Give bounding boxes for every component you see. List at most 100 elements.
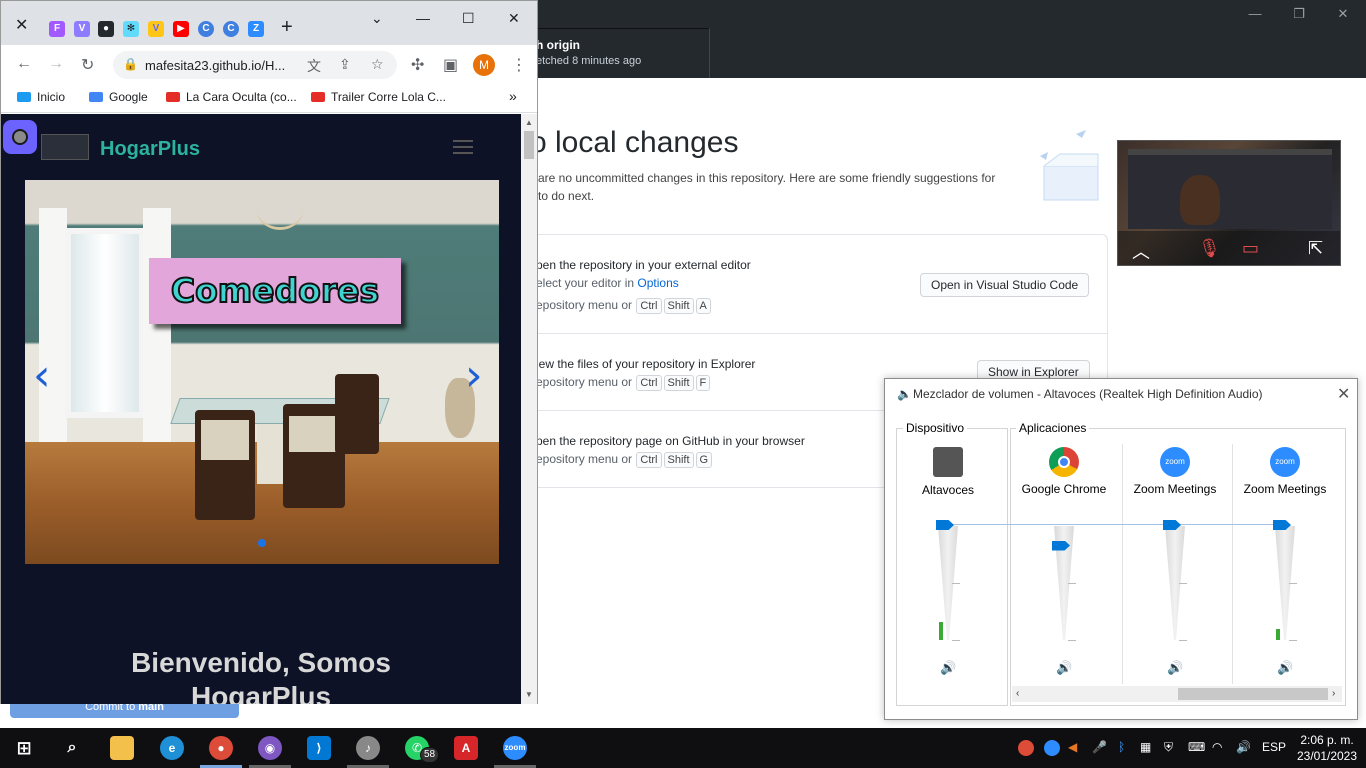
open-in-vscode-button[interactable]: Open in Visual Studio Code (920, 273, 1090, 297)
vite-tab-icon[interactable]: V (74, 21, 90, 37)
app-tab-icon[interactable]: C (198, 21, 214, 37)
slider-tick (1179, 583, 1187, 584)
bluetooth-icon[interactable]: ᛒ (1118, 740, 1125, 754)
react-tab-icon[interactable]: ✻ (123, 21, 139, 37)
menu-icon[interactable]: ⋮ (511, 55, 527, 75)
lock-icon[interactable]: 🔒 (123, 57, 138, 71)
close-icon[interactable]: ✕ (508, 10, 520, 27)
audio-level-meter (1276, 629, 1280, 640)
minimize-icon[interactable]: — (416, 10, 430, 26)
mute-speaker-icon[interactable]: 🔊 (940, 660, 956, 676)
carousel-prev-icon[interactable]: ‹ (33, 350, 51, 401)
slider-tick (952, 640, 960, 641)
carousel-caption: Comedores (149, 258, 401, 324)
bookmark-star-icon[interactable]: ☆ (371, 56, 384, 73)
window-decoration (65, 228, 145, 418)
extension-floating-button[interactable] (3, 120, 37, 154)
scroll-right-icon[interactable]: › (1332, 688, 1335, 699)
carousel-indicator[interactable] (258, 539, 266, 547)
site-brand[interactable]: HogarPlus (100, 138, 200, 161)
toolbar-empty-area (710, 28, 1366, 78)
tab-strip: ✕ F V ● ✻ V ▶ C C Z + ⌄ — ☐ ✕ (1, 1, 537, 45)
suggestion-title: pen the repository page on GitHub in you… (536, 434, 805, 448)
zoom-app-icon[interactable]: zoom (503, 736, 527, 760)
speaker-app-icon[interactable]: ♪ (356, 736, 380, 760)
chrome-tray-icon[interactable] (1018, 740, 1034, 756)
close-icon[interactable]: ✕ (1337, 384, 1350, 404)
vscode-icon[interactable]: ⟩ (307, 736, 331, 760)
slider-tick (1179, 640, 1187, 641)
suggestion-subtitle: elect your editor in Options (536, 276, 679, 290)
reload-icon[interactable]: ↻ (81, 55, 94, 75)
forward-icon[interactable]: → (48, 55, 64, 73)
zoom-mini-window[interactable]: ︿ 🎙 ▭ ⇱ (1117, 140, 1341, 266)
tab-search-icon[interactable]: ⌄ (371, 10, 383, 27)
scroll-down-icon[interactable]: ▼ (525, 690, 533, 699)
restore-icon[interactable]: ❐ (1288, 4, 1310, 24)
mixer-scrollbar-thumb[interactable] (1178, 688, 1328, 700)
language-indicator[interactable]: ESP (1262, 740, 1286, 754)
keyboard-icon[interactable]: ⌨ (1188, 740, 1205, 754)
clock[interactable]: 2:06 p. m. 23/01/2023 (1294, 732, 1360, 764)
microphone-icon[interactable]: 🎤 (1092, 740, 1107, 754)
zoom-tab-icon[interactable]: Z (248, 21, 264, 37)
chevron-up-icon[interactable]: ︿ (1132, 238, 1150, 264)
maximize-icon[interactable]: ☐ (462, 10, 475, 27)
more-bookmarks-icon[interactable]: » (509, 88, 517, 104)
profile-avatar[interactable]: M (473, 54, 495, 76)
close-tab-icon[interactable]: ✕ (15, 15, 28, 35)
scroll-up-icon[interactable]: ▲ (525, 118, 533, 127)
column-divider (1122, 444, 1123, 684)
video-off-icon[interactable]: ▭ (1242, 238, 1259, 259)
audio-tray-icon[interactable]: ◀ (1068, 740, 1077, 754)
suggestion-title: iew the files of your repository in Expl… (536, 357, 756, 371)
channel-name: Google Chrome (1021, 482, 1107, 496)
bookmark-google[interactable]: Google (89, 90, 148, 104)
volume-icon[interactable]: 🔊 (1236, 740, 1251, 754)
file-explorer-icon[interactable] (110, 736, 134, 760)
close-icon[interactable]: ✕ (1332, 4, 1354, 24)
options-link[interactable]: Options (637, 276, 678, 290)
minimize-icon[interactable]: — (1244, 4, 1266, 24)
fetch-origin-button[interactable]: h origin etched 8 minutes ago (530, 28, 710, 78)
search-icon[interactable]: ⌕ (60, 736, 84, 760)
edge-icon[interactable]: e (160, 736, 184, 760)
bookmark-trailer[interactable]: Trailer Corre Lola C... (311, 90, 446, 104)
page-scrollbar[interactable] (521, 114, 537, 704)
bookmark-label: La Cara Oculta (co... (186, 90, 297, 104)
mute-speaker-icon[interactable]: 🔊 (1277, 660, 1293, 676)
figma-tab-icon[interactable]: F (49, 21, 65, 37)
network-adapter-icon[interactable]: ▦ (1140, 740, 1151, 754)
site-logo[interactable] (41, 134, 89, 160)
zoom-tray-icon[interactable] (1044, 740, 1060, 756)
github-tab-icon[interactable]: ● (98, 21, 114, 37)
address-bar[interactable]: 🔒 mafesita23.github.io/H... 文 ⇪ ☆ (113, 51, 397, 79)
bookmark-la-cara-oculta[interactable]: La Cara Oculta (co... (166, 90, 297, 104)
back-icon[interactable]: ← (16, 55, 32, 73)
chrome-icon[interactable]: ● (209, 736, 233, 760)
github-desktop-icon[interactable]: ◉ (258, 736, 282, 760)
new-tab-icon[interactable]: + (281, 16, 293, 39)
hamburger-menu-icon[interactable] (453, 140, 473, 154)
side-panel-icon[interactable]: ▣ (443, 55, 458, 75)
scroll-left-icon[interactable]: ‹ (1016, 688, 1019, 699)
acrobat-icon[interactable]: A (454, 736, 478, 760)
mic-muted-icon[interactable]: 🎙 (1198, 238, 1221, 259)
security-icon[interactable]: ⛨ (1164, 740, 1173, 755)
wifi-icon[interactable]: ◠ (1212, 740, 1222, 754)
kbd-key: A (695, 298, 711, 314)
translate-icon[interactable]: 文 (307, 56, 321, 76)
bookmark-inicio[interactable]: Inicio (17, 90, 65, 104)
scrollbar-thumb[interactable] (524, 131, 534, 159)
vite-tab-icon[interactable]: V (148, 21, 164, 37)
expand-window-icon[interactable]: ⇱ (1308, 238, 1323, 259)
windows-start-icon[interactable]: ⊞ (12, 736, 36, 760)
carousel-next-icon[interactable]: › (465, 350, 483, 401)
share-icon[interactable]: ⇪ (339, 56, 351, 73)
mute-speaker-icon[interactable]: 🔊 (1167, 660, 1183, 676)
app-tab-icon[interactable]: C (223, 21, 239, 37)
empty-state-illustration (1040, 130, 1099, 201)
youtube-tab-icon[interactable]: ▶ (173, 21, 189, 37)
extensions-icon[interactable]: ✣ (411, 55, 424, 75)
mute-speaker-icon[interactable]: 🔊 (1056, 660, 1072, 676)
